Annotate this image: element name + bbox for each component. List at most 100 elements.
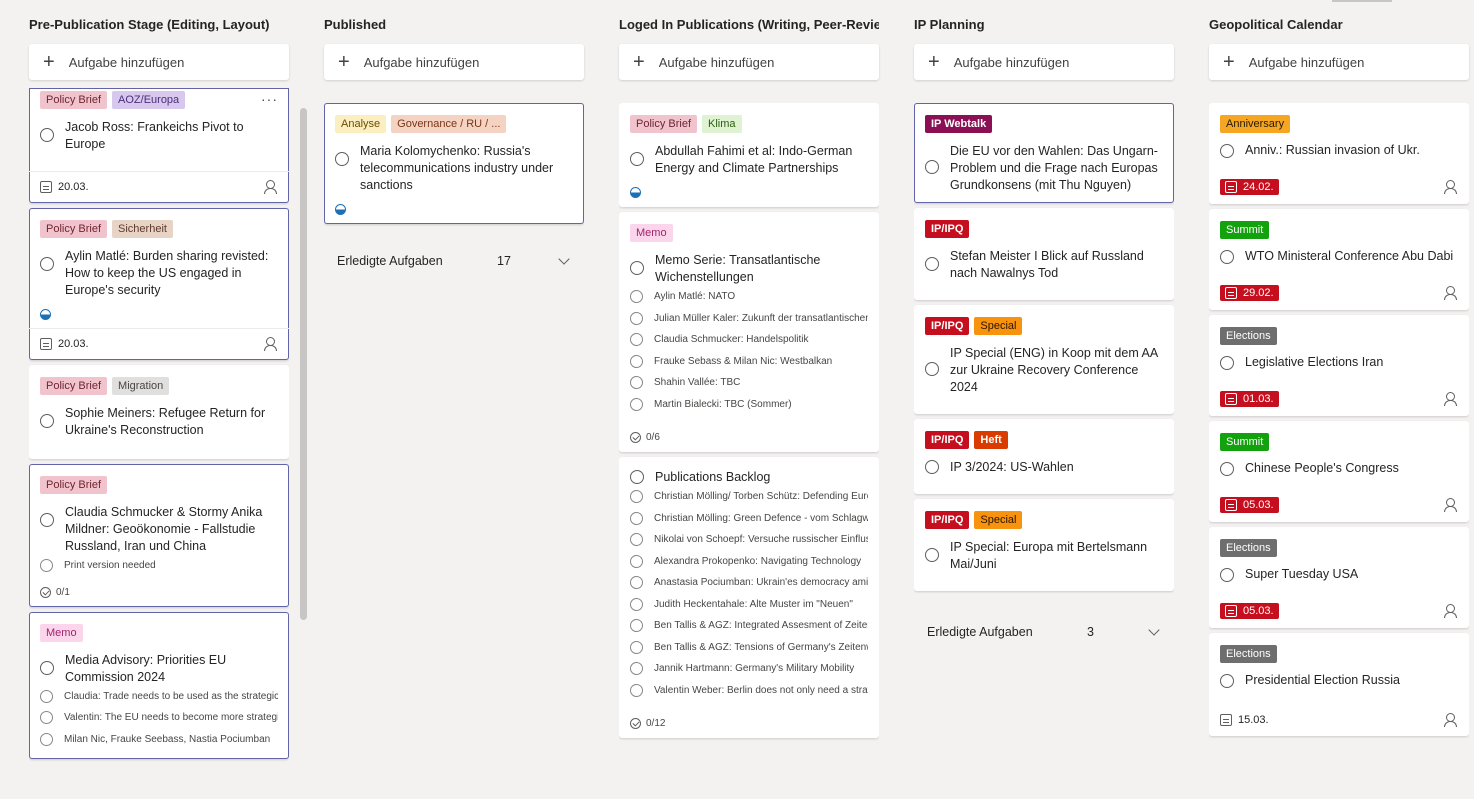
bucket-title[interactable]: IP Planning xyxy=(914,17,1174,37)
checklist-checkbox[interactable] xyxy=(630,290,643,304)
checklist-item[interactable]: Christian Mölling/ Torben Schütz: Defend… xyxy=(630,486,868,508)
complete-checkbox[interactable] xyxy=(925,257,939,271)
checklist-item[interactable]: Martin Bialecki: TBC (Sommer) xyxy=(630,394,868,416)
checklist-item[interactable]: Christian Mölling: Green Defence - vom S… xyxy=(630,508,868,530)
assign-person-icon[interactable] xyxy=(1444,498,1458,512)
checklist-checkbox[interactable] xyxy=(40,559,53,573)
complete-checkbox[interactable] xyxy=(335,152,349,166)
checklist-checkbox[interactable] xyxy=(630,662,643,676)
checklist-item[interactable]: Ben Tallis & AGZ: Tensions of Germany's … xyxy=(630,637,868,659)
checklist-checkbox[interactable] xyxy=(630,619,643,633)
add-task-button[interactable]: + Aufgabe hinzufügen xyxy=(324,44,584,80)
complete-checkbox[interactable] xyxy=(40,414,54,428)
assign-person-icon[interactable] xyxy=(1444,286,1458,300)
task-card[interactable]: ··· Policy Brief AOZ/Europa Jacob Ross: … xyxy=(29,88,289,203)
complete-checkbox[interactable] xyxy=(1220,674,1234,688)
task-card[interactable]: Summit WTO Ministeral Conference Abu Dab… xyxy=(1209,209,1469,310)
complete-checkbox[interactable] xyxy=(1220,462,1234,476)
assign-person-icon[interactable] xyxy=(1444,180,1458,194)
checklist-item[interactable]: Julian Müller Kaler: Zukunft der transat… xyxy=(630,308,868,330)
task-card[interactable]: Memo Media Advisory: Priorities EU Commi… xyxy=(29,611,289,759)
checklist-item[interactable]: Valentin Weber: Berlin does not only nee… xyxy=(630,680,868,702)
task-card[interactable]: Policy Brief Claudia Schmucker & Stormy … xyxy=(29,464,289,607)
checklist-item[interactable]: Print version needed xyxy=(40,555,278,577)
assign-person-icon[interactable] xyxy=(264,337,278,351)
complete-checkbox[interactable] xyxy=(630,261,644,275)
checklist-checkbox[interactable] xyxy=(630,640,643,654)
complete-checkbox[interactable] xyxy=(40,513,54,527)
assign-person-icon[interactable] xyxy=(1444,604,1458,618)
checklist-item[interactable]: Shahin Vallée: TBC xyxy=(630,372,868,394)
task-card[interactable]: Elections Presidential Election Russia 1… xyxy=(1209,633,1469,736)
task-card[interactable]: IP/IPQ Special IP Special: Europa mit Be… xyxy=(914,499,1174,591)
checklist-item[interactable]: Nikolai von Schoepf: Versuche russischer… xyxy=(630,529,868,551)
task-card[interactable]: Summit Chinese People's Congress 05.03. xyxy=(1209,421,1469,522)
task-card[interactable]: Elections Super Tuesday USA 05.03. xyxy=(1209,527,1469,628)
add-task-button[interactable]: + Aufgabe hinzufügen xyxy=(619,44,879,80)
checklist-checkbox[interactable] xyxy=(630,333,643,347)
checklist-checkbox[interactable] xyxy=(630,397,643,411)
bucket-title[interactable]: Loged In Publications (Writing, Peer-Rev… xyxy=(619,17,879,37)
checklist-item[interactable]: Jannik Hartmann: Germany's Military Mobi… xyxy=(630,658,868,680)
scrollbar-thumb[interactable] xyxy=(300,108,307,620)
task-card[interactable]: Publications Backlog Christian Mölling/ … xyxy=(619,457,879,738)
task-card[interactable]: Policy Brief Klima Abdullah Fahimi et al… xyxy=(619,103,879,207)
checklist-checkbox[interactable] xyxy=(630,490,643,504)
checklist-item[interactable]: Aylin Matlé: NATO xyxy=(630,286,868,308)
complete-checkbox[interactable] xyxy=(630,470,644,484)
task-card[interactable]: Policy Brief Sicherheit Aylin Matlé: Bur… xyxy=(29,208,289,360)
checklist-item[interactable]: Judith Heckentahale: Alte Muster im "Neu… xyxy=(630,594,868,616)
assign-person-icon[interactable] xyxy=(264,180,278,194)
checklist-item[interactable]: Alexandra Prokopenko: Navigating Technol… xyxy=(630,551,868,573)
checklist-checkbox[interactable] xyxy=(630,554,643,568)
checklist-checkbox[interactable] xyxy=(630,354,643,368)
complete-checkbox[interactable] xyxy=(40,128,54,142)
complete-checkbox[interactable] xyxy=(1220,568,1234,582)
checklist-checkbox[interactable] xyxy=(630,311,643,325)
bucket-title[interactable]: Pre-Publication Stage (Editing, Layout) xyxy=(29,17,289,37)
checklist-item[interactable]: Ben Tallis & AGZ: Integrated Assesment o… xyxy=(630,615,868,637)
checklist-checkbox[interactable] xyxy=(630,597,643,611)
more-options-icon[interactable]: ··· xyxy=(261,91,278,107)
add-task-button[interactable]: + Aufgabe hinzufügen xyxy=(29,44,289,80)
checklist-item[interactable]: Anastasia Pociumban: Ukrain'es democracy… xyxy=(630,572,868,594)
complete-checkbox[interactable] xyxy=(925,548,939,562)
assign-person-icon[interactable] xyxy=(1444,713,1458,727)
task-card[interactable]: Anniversary Anniv.: Russian invasion of … xyxy=(1209,103,1469,204)
checklist-item[interactable]: Frauke Sebass & Milan Nic: Westbalkan xyxy=(630,351,868,373)
complete-checkbox[interactable] xyxy=(925,460,939,474)
complete-checkbox[interactable] xyxy=(40,660,54,675)
complete-checkbox[interactable] xyxy=(40,257,54,271)
checklist-checkbox[interactable] xyxy=(40,732,53,746)
checklist-checkbox[interactable] xyxy=(630,533,643,547)
complete-checkbox[interactable] xyxy=(925,160,939,174)
task-card[interactable]: Memo Memo Serie: Transatlantische Wichen… xyxy=(619,212,879,452)
complete-checkbox[interactable] xyxy=(630,152,644,166)
complete-checkbox[interactable] xyxy=(925,362,939,376)
checklist-item[interactable]: Claudia: Trade needs to be used as the s… xyxy=(40,686,278,708)
checklist-checkbox[interactable] xyxy=(40,689,53,703)
checklist-checkbox[interactable] xyxy=(630,683,643,697)
vertical-scrollbar[interactable] xyxy=(298,100,308,620)
add-task-button[interactable]: + Aufgabe hinzufügen xyxy=(914,44,1174,80)
checklist-item[interactable]: Claudia Schmucker: Handelspolitik xyxy=(630,329,868,351)
checklist-checkbox[interactable] xyxy=(630,576,643,590)
checklist-item[interactable]: Valentin: The EU needs to become more st… xyxy=(40,707,278,729)
complete-checkbox[interactable] xyxy=(1220,144,1234,158)
task-card[interactable]: IP/IPQ Heft IP 3/2024: US-Wahlen xyxy=(914,419,1174,494)
complete-checkbox[interactable] xyxy=(1220,356,1234,370)
add-task-button[interactable]: + Aufgabe hinzufügen xyxy=(1209,44,1469,80)
bucket-title[interactable]: Published xyxy=(324,17,584,37)
task-card[interactable]: IP/IPQ Stefan Meister I Blick auf Russla… xyxy=(914,208,1174,300)
completed-tasks-toggle[interactable]: Erledigte Aufgaben 17 xyxy=(324,246,584,276)
checklist-checkbox[interactable] xyxy=(630,511,643,525)
checklist-checkbox[interactable] xyxy=(40,711,53,725)
bucket-title[interactable]: Geopolitical Calendar xyxy=(1209,17,1469,37)
complete-checkbox[interactable] xyxy=(1220,250,1234,264)
task-card[interactable]: Elections Legislative Elections Iran 01.… xyxy=(1209,315,1469,416)
assign-person-icon[interactable] xyxy=(1444,392,1458,406)
checklist-item[interactable]: Milan Nic, Frauke Seebass, Nastia Pocium… xyxy=(40,729,278,751)
checklist-checkbox[interactable] xyxy=(630,376,643,390)
task-card[interactable]: Policy Brief Migration Sophie Meiners: R… xyxy=(29,365,289,459)
task-card[interactable]: IP Webtalk Die EU vor den Wahlen: Das Un… xyxy=(914,103,1174,203)
